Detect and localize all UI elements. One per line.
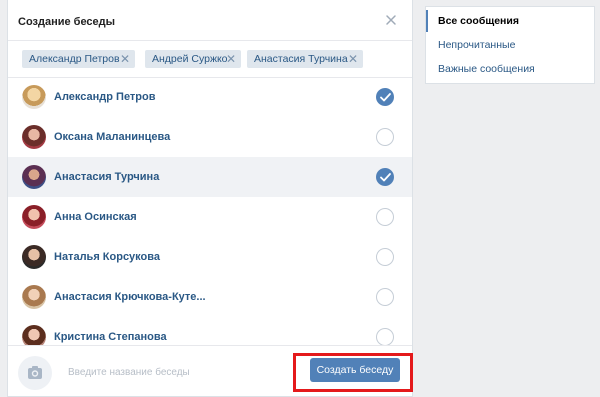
contact-row[interactable]: Анна Осинская (8, 197, 412, 237)
participant-chip[interactable]: Александр Петров ✕ (22, 50, 135, 68)
avatar (22, 205, 46, 229)
sidebar-item-all-messages[interactable]: Все сообщения (426, 10, 594, 32)
avatar (22, 125, 46, 149)
chip-label: Александр Петров (29, 53, 120, 65)
contact-name: Наталья Корсукова (54, 251, 160, 263)
contact-name: Анна Осинская (54, 211, 137, 223)
remove-chip-icon[interactable]: ✕ (226, 50, 236, 68)
avatar (22, 325, 46, 347)
checkbox-empty-icon[interactable] (376, 248, 394, 266)
participant-chip[interactable]: Андрей Суржко ✕ (145, 50, 241, 68)
chip-label: Анастасия Турчина (254, 53, 348, 65)
checkbox-empty-icon[interactable] (376, 288, 394, 306)
checkbox-empty-icon[interactable] (376, 208, 394, 226)
contact-row[interactable]: Анастасия Турчина (8, 157, 412, 197)
contact-row[interactable]: Александр Петров (8, 77, 412, 117)
create-chat-button[interactable]: Создать беседу (310, 358, 400, 382)
camera-icon[interactable] (18, 356, 52, 390)
dialog-header: Создание беседы (8, 0, 412, 41)
sidebar-item-unread[interactable]: Непрочитанные (426, 34, 594, 56)
close-icon[interactable] (384, 13, 398, 27)
chat-name-input[interactable] (66, 361, 240, 383)
contact-name: Кристина Степанова (54, 331, 167, 343)
avatar (22, 245, 46, 269)
checkbox-checked-icon[interactable] (376, 168, 394, 186)
selected-participants: Александр Петров ✕ Андрей Суржко ✕ Анаст… (8, 41, 412, 78)
contact-row[interactable]: Оксана Маланинцева (8, 117, 412, 157)
checkbox-checked-icon[interactable] (376, 88, 394, 106)
messages-filter-menu: Все сообщения Непрочитанные Важные сообщ… (425, 6, 595, 84)
contact-name: Александр Петров (54, 91, 156, 103)
sidebar-item-important[interactable]: Важные сообщения (426, 58, 594, 80)
remove-chip-icon[interactable]: ✕ (120, 50, 130, 68)
contact-row[interactable]: Наталья Корсукова (8, 237, 412, 277)
contact-name: Оксана Маланинцева (54, 131, 171, 143)
contact-name: Анастасия Крючкова-Куте... (54, 291, 206, 303)
checkbox-empty-icon[interactable] (376, 328, 394, 346)
avatar (22, 85, 46, 109)
contact-row[interactable]: Кристина Степанова (8, 317, 412, 347)
avatar (22, 285, 46, 309)
participant-chip[interactable]: Анастасия Турчина ✕ (247, 50, 363, 68)
contact-list: Александр Петров Оксана Маланинцева Анас… (8, 77, 412, 347)
remove-chip-icon[interactable]: ✕ (348, 50, 358, 68)
avatar (22, 165, 46, 189)
chip-label: Андрей Суржко (152, 53, 228, 65)
contact-name: Анастасия Турчина (54, 171, 160, 183)
dialog-footer: Создать беседу (8, 345, 412, 396)
contact-row[interactable]: Анастасия Крючкова-Куте... (8, 277, 412, 317)
checkbox-empty-icon[interactable] (376, 128, 394, 146)
dialog-title: Создание беседы (18, 16, 116, 28)
create-chat-dialog: Создание беседы Александр Петров ✕ Андре… (7, 0, 413, 397)
